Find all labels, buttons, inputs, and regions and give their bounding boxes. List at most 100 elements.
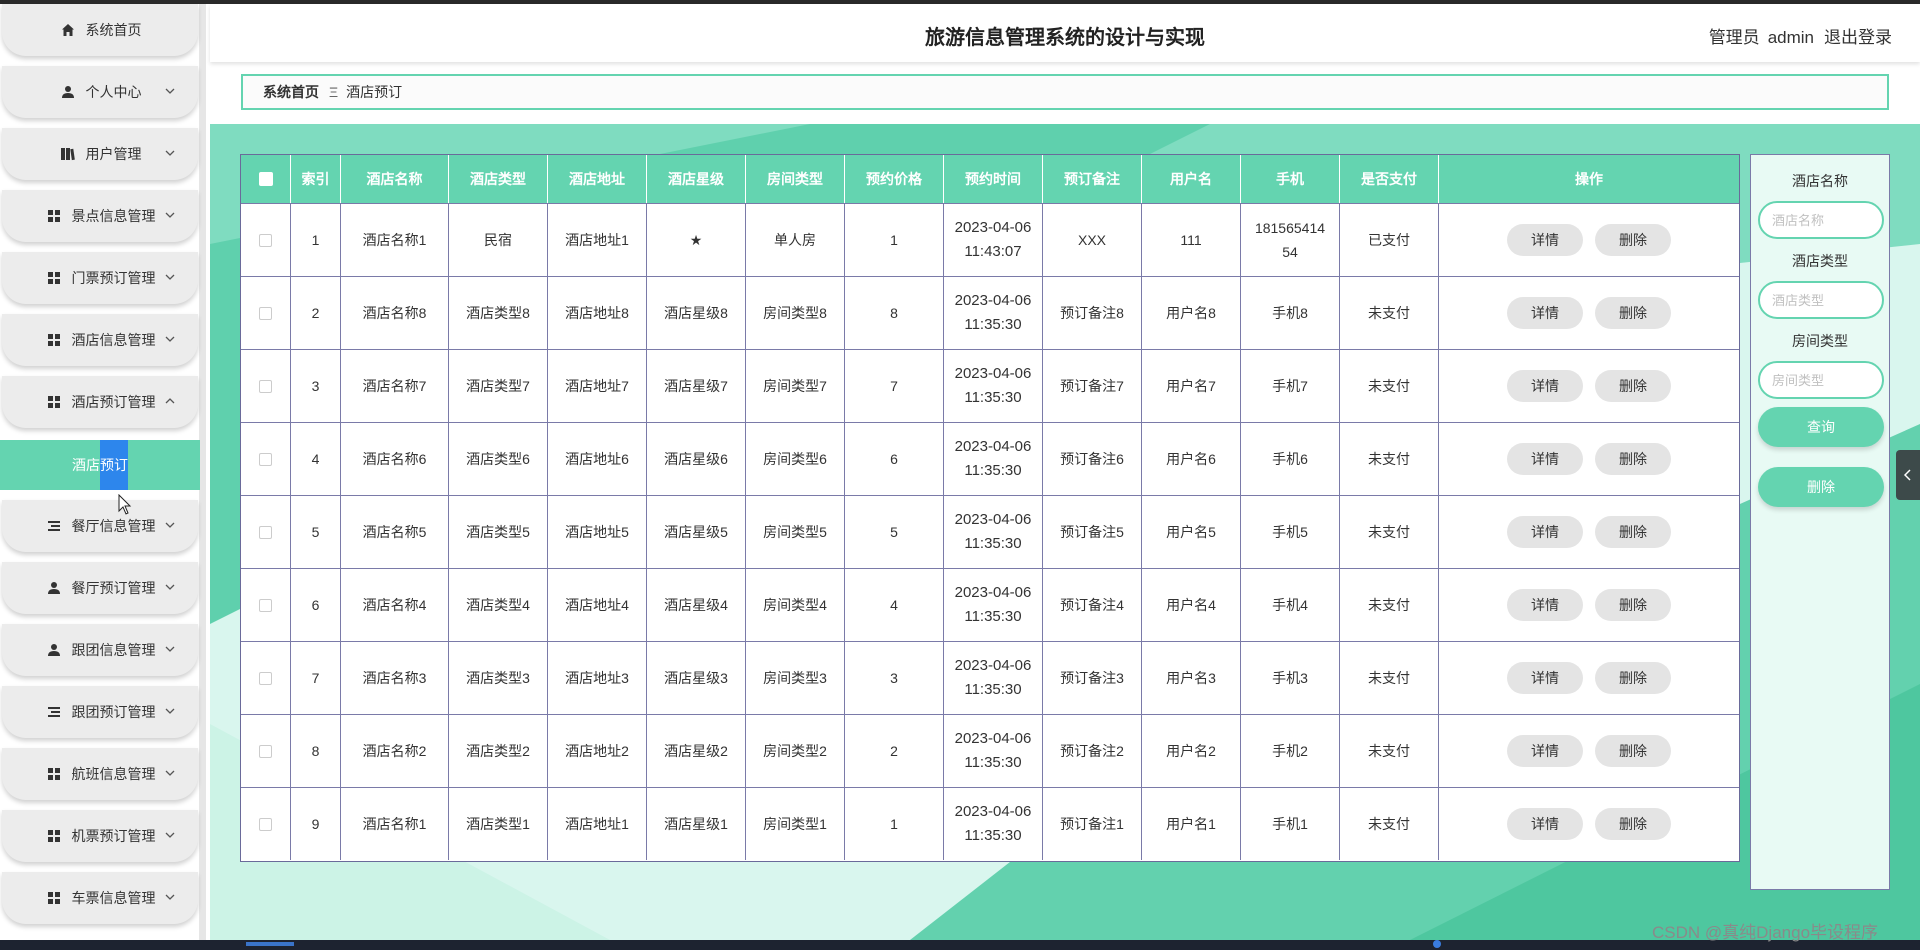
- cell-room: 房间类型4: [746, 569, 845, 641]
- row-checkbox[interactable]: [259, 525, 272, 539]
- cell-type: 酒店类型6: [449, 423, 548, 495]
- sidebar-item-12[interactable]: 机票预订管理: [2, 810, 198, 862]
- sidebar-item-4[interactable]: 门票预订管理: [2, 252, 198, 304]
- sidebar-item-label: 车票信息管理: [71, 890, 156, 906]
- sidebar-item-2[interactable]: 用户管理: [2, 128, 198, 180]
- submenu-item-hotel-booking[interactable]: 酒店 预订: [0, 440, 200, 490]
- delete-button[interactable]: 删除: [1595, 297, 1671, 329]
- sidebar: 系统首页个人中心用户管理景点信息管理 门票预订管理酒店信息管理酒店预订管理 餐厅信息…: [0, 4, 206, 940]
- row-checkbox[interactable]: [259, 817, 272, 831]
- cell-phone: 手机6: [1241, 423, 1340, 495]
- detail-button[interactable]: 详情: [1507, 443, 1583, 475]
- detail-button[interactable]: 详情: [1507, 735, 1583, 767]
- grid-icon: [45, 394, 63, 410]
- delete-button[interactable]: 删除: [1595, 443, 1671, 475]
- detail-button[interactable]: 详情: [1507, 297, 1583, 329]
- booking-clock: 11:35:30: [964, 608, 1022, 625]
- delete-button[interactable]: 删除: [1595, 589, 1671, 621]
- cell-address: 酒店地址2: [548, 715, 647, 787]
- sidebar-item-13[interactable]: 车票信息管理: [2, 872, 198, 924]
- detail-button[interactable]: 详情: [1507, 370, 1583, 402]
- room-type-input[interactable]: [1758, 361, 1884, 399]
- cell-address: 酒店地址3: [548, 642, 647, 714]
- sidebar-item-label: 跟团信息管理: [71, 642, 156, 658]
- collapse-panel-button[interactable]: [1896, 450, 1920, 500]
- row-checkbox[interactable]: [259, 306, 272, 320]
- sidebar-scrollbar[interactable]: [199, 4, 206, 940]
- row-checkbox[interactable]: [259, 671, 272, 685]
- table-row: 4 酒店名称6 酒店类型6 酒店地址6 酒店星级6 房间类型6 6 2023-04-06 11:…: [241, 422, 1739, 495]
- logout-link[interactable]: 退出登录: [1824, 28, 1892, 47]
- phone-line-1: 手机6: [1272, 451, 1308, 467]
- booking-clock: 11:35:30: [964, 754, 1022, 771]
- row-checkbox[interactable]: [259, 233, 272, 247]
- cell-room: 房间类型5: [746, 496, 845, 568]
- chevron-down-icon: [165, 894, 175, 900]
- cell-user: 用户名8: [1142, 277, 1241, 349]
- cell-actions: 详情 删除: [1439, 496, 1739, 568]
- select-all-checkbox[interactable]: [258, 172, 273, 186]
- delete-button[interactable]: 删除: [1595, 516, 1671, 548]
- sidebar-item-7[interactable]: 餐厅信息管理: [2, 500, 198, 552]
- cell-star: 酒店星级7: [647, 350, 746, 422]
- cell-user: 111: [1142, 204, 1241, 276]
- sidebar-item-label: 酒店信息管理: [71, 332, 156, 348]
- sidebar-item-1[interactable]: 个人中心: [2, 66, 198, 118]
- phone-line-1: 手机1: [1272, 816, 1308, 832]
- delete-button[interactable]: 删除: [1595, 735, 1671, 767]
- row-checkbox[interactable]: [259, 598, 272, 612]
- cell-name: 酒店名称2: [341, 715, 449, 787]
- delete-button[interactable]: 删除: [1595, 808, 1671, 840]
- sidebar-item-5[interactable]: 酒店信息管理: [2, 314, 198, 366]
- cell-price: 3: [845, 642, 944, 714]
- cell-room: 房间类型1: [746, 788, 845, 860]
- cell-price: 2: [845, 715, 944, 787]
- booking-date: 2023-04-06: [954, 730, 1032, 747]
- detail-button[interactable]: 详情: [1507, 224, 1583, 256]
- grid-icon: [45, 766, 63, 782]
- sidebar-item-label: 系统首页: [85, 22, 142, 38]
- breadcrumb-home[interactable]: 系统首页: [263, 82, 319, 102]
- cell-price: 5: [845, 496, 944, 568]
- sidebar-item-6[interactable]: 酒店预订管理: [2, 376, 198, 428]
- select-all-cell: [241, 155, 291, 203]
- cell-phone: 手机5: [1241, 496, 1340, 568]
- chevron-down-icon: [165, 522, 175, 528]
- batch-delete-button[interactable]: 删除: [1758, 467, 1884, 507]
- hotel-type-input[interactable]: [1758, 281, 1884, 319]
- cell-paid: 未支付: [1340, 496, 1439, 568]
- delete-button[interactable]: 删除: [1595, 662, 1671, 694]
- username: admin: [1767, 28, 1814, 47]
- cell-phone: 181565414 54: [1241, 204, 1340, 276]
- cell-paid: 未支付: [1340, 788, 1439, 860]
- row-checkbox[interactable]: [259, 379, 272, 393]
- delete-button[interactable]: 删除: [1595, 370, 1671, 402]
- cell-star: 酒店星级2: [647, 715, 746, 787]
- sidebar-item-10[interactable]: 跟团预订管理: [2, 686, 198, 738]
- sidebar-item-11[interactable]: 航班信息管理: [2, 748, 198, 800]
- row-checkbox[interactable]: [259, 452, 272, 466]
- cell-room: 单人房: [746, 204, 845, 276]
- sidebar-item-9[interactable]: 跟团信息管理: [2, 624, 198, 676]
- query-button[interactable]: 查询: [1758, 407, 1884, 447]
- sidebar-item-8[interactable]: 餐厅预订管理: [2, 562, 198, 614]
- cell-phone: 手机2: [1241, 715, 1340, 787]
- sidebar-item-0[interactable]: 系统首页: [2, 4, 198, 56]
- row-checkbox-cell: [241, 277, 291, 349]
- row-checkbox[interactable]: [259, 744, 272, 758]
- booking-clock: 11:35:30: [964, 316, 1022, 333]
- cell-type: 酒店类型1: [449, 788, 548, 860]
- sidebar-item-3[interactable]: 景点信息管理: [2, 190, 198, 242]
- breadcrumb-current: 酒店预订: [346, 84, 403, 100]
- detail-button[interactable]: 详情: [1507, 589, 1583, 621]
- cell-booking-time: 2023-04-06 11:35:30: [944, 569, 1043, 641]
- cell-address: 酒店地址4: [548, 569, 647, 641]
- detail-button[interactable]: 详情: [1507, 662, 1583, 694]
- delete-button[interactable]: 删除: [1595, 224, 1671, 256]
- cell-address: 酒店地址1: [548, 204, 647, 276]
- column-header: 预约价格: [845, 155, 944, 203]
- cell-star: 酒店星级8: [647, 277, 746, 349]
- detail-button[interactable]: 详情: [1507, 808, 1583, 840]
- hotel-name-input[interactable]: [1758, 201, 1884, 239]
- detail-button[interactable]: 详情: [1507, 516, 1583, 548]
